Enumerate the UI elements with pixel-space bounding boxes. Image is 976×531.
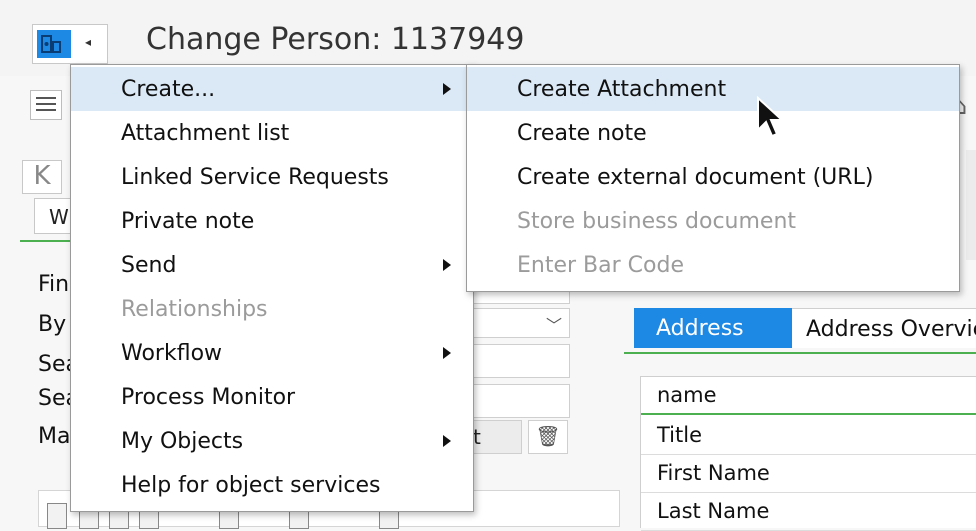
right-panel-edge bbox=[966, 150, 976, 260]
tab-address-overview[interactable]: Address Overvie bbox=[792, 308, 976, 348]
menu-item-create[interactable]: Create... bbox=[71, 67, 473, 111]
address-row-title: Title bbox=[641, 417, 976, 455]
menu-item-label: Attachment list bbox=[121, 121, 290, 146]
menu-item-label: Create Attachment bbox=[517, 77, 727, 102]
menu-item-private-note[interactable]: Private note bbox=[71, 199, 473, 243]
menu-item-label: Workflow bbox=[121, 341, 223, 366]
create-submenu: Create Attachment Create note Create ext… bbox=[466, 64, 960, 292]
menu-item-enter-bar-code: Enter Bar Code bbox=[467, 243, 959, 287]
address-fields-table: name Title First Name Last Name bbox=[640, 376, 976, 531]
trash-icon[interactable]: 🗑 bbox=[528, 420, 568, 454]
submenu-arrow-icon bbox=[443, 259, 451, 271]
menu-item-create-external-document[interactable]: Create external document (URL) bbox=[467, 155, 959, 199]
menu-item-label: Help for object services bbox=[121, 473, 381, 498]
toolbar-icon[interactable] bbox=[47, 503, 67, 529]
window-title: Change Person: 1137949 bbox=[146, 22, 525, 57]
search-field-1[interactable] bbox=[470, 344, 570, 378]
menu-item-relationships: Relationships bbox=[71, 287, 473, 331]
menu-item-label: Send bbox=[121, 253, 177, 278]
menu-item-label: Linked Service Requests bbox=[121, 165, 389, 190]
tab-fragment[interactable]: W bbox=[34, 198, 74, 234]
menu-item-store-business-document: Store business document bbox=[467, 199, 959, 243]
menu-item-label: Create external document (URL) bbox=[517, 165, 874, 190]
menu-item-label: Relationships bbox=[121, 297, 268, 322]
menu-item-label: Enter Bar Code bbox=[517, 253, 684, 278]
services-for-object-icon bbox=[37, 30, 71, 58]
menu-item-process-monitor[interactable]: Process Monitor bbox=[71, 375, 473, 419]
menu-item-label: Process Monitor bbox=[121, 385, 296, 410]
menu-item-workflow[interactable]: Workflow bbox=[71, 331, 473, 375]
display-change-icon[interactable] bbox=[30, 90, 62, 120]
tab-underline bbox=[624, 352, 976, 354]
tab-address[interactable]: Address bbox=[634, 308, 792, 348]
first-record-button[interactable]: K bbox=[22, 160, 62, 194]
menu-item-label: Create... bbox=[121, 77, 216, 102]
menu-item-send[interactable]: Send bbox=[71, 243, 473, 287]
address-row-last-name: Last Name bbox=[641, 493, 976, 531]
form-label-by: By bbox=[38, 312, 67, 337]
menu-item-create-attachment[interactable]: Create Attachment bbox=[467, 67, 959, 111]
mouse-cursor-icon bbox=[756, 95, 786, 146]
menu-item-create-note[interactable]: Create note bbox=[467, 111, 959, 155]
chevron-down-icon: ﹀ bbox=[546, 316, 563, 335]
object-services-menu: Create... Attachment list Linked Service… bbox=[70, 64, 474, 512]
submenu-arrow-icon bbox=[443, 347, 451, 359]
menu-item-label: My Objects bbox=[121, 429, 244, 454]
menu-item-label: Create note bbox=[517, 121, 647, 146]
start-search-button[interactable]: t bbox=[470, 420, 522, 454]
menu-item-label: Store business document bbox=[517, 209, 797, 234]
submenu-arrow-icon bbox=[443, 435, 451, 447]
address-row-first-name: First Name bbox=[641, 455, 976, 493]
submenu-arrow-icon bbox=[443, 83, 451, 95]
dropdown-caret-icon: ◂ bbox=[85, 35, 92, 49]
generic-object-services-button[interactable]: ◂ bbox=[32, 24, 108, 64]
menu-item-attachment-list[interactable]: Attachment list bbox=[71, 111, 473, 155]
address-row-name: name bbox=[641, 377, 976, 415]
menu-item-linked-service-requests[interactable]: Linked Service Requests bbox=[71, 155, 473, 199]
menu-item-label: Private note bbox=[121, 209, 255, 234]
menu-item-my-objects[interactable]: My Objects bbox=[71, 419, 473, 463]
menu-item-help-object-services[interactable]: Help for object services bbox=[71, 463, 473, 507]
search-field-2[interactable] bbox=[470, 384, 570, 418]
form-label-max: Ma bbox=[38, 424, 71, 449]
form-label-find: Fin bbox=[38, 272, 70, 297]
